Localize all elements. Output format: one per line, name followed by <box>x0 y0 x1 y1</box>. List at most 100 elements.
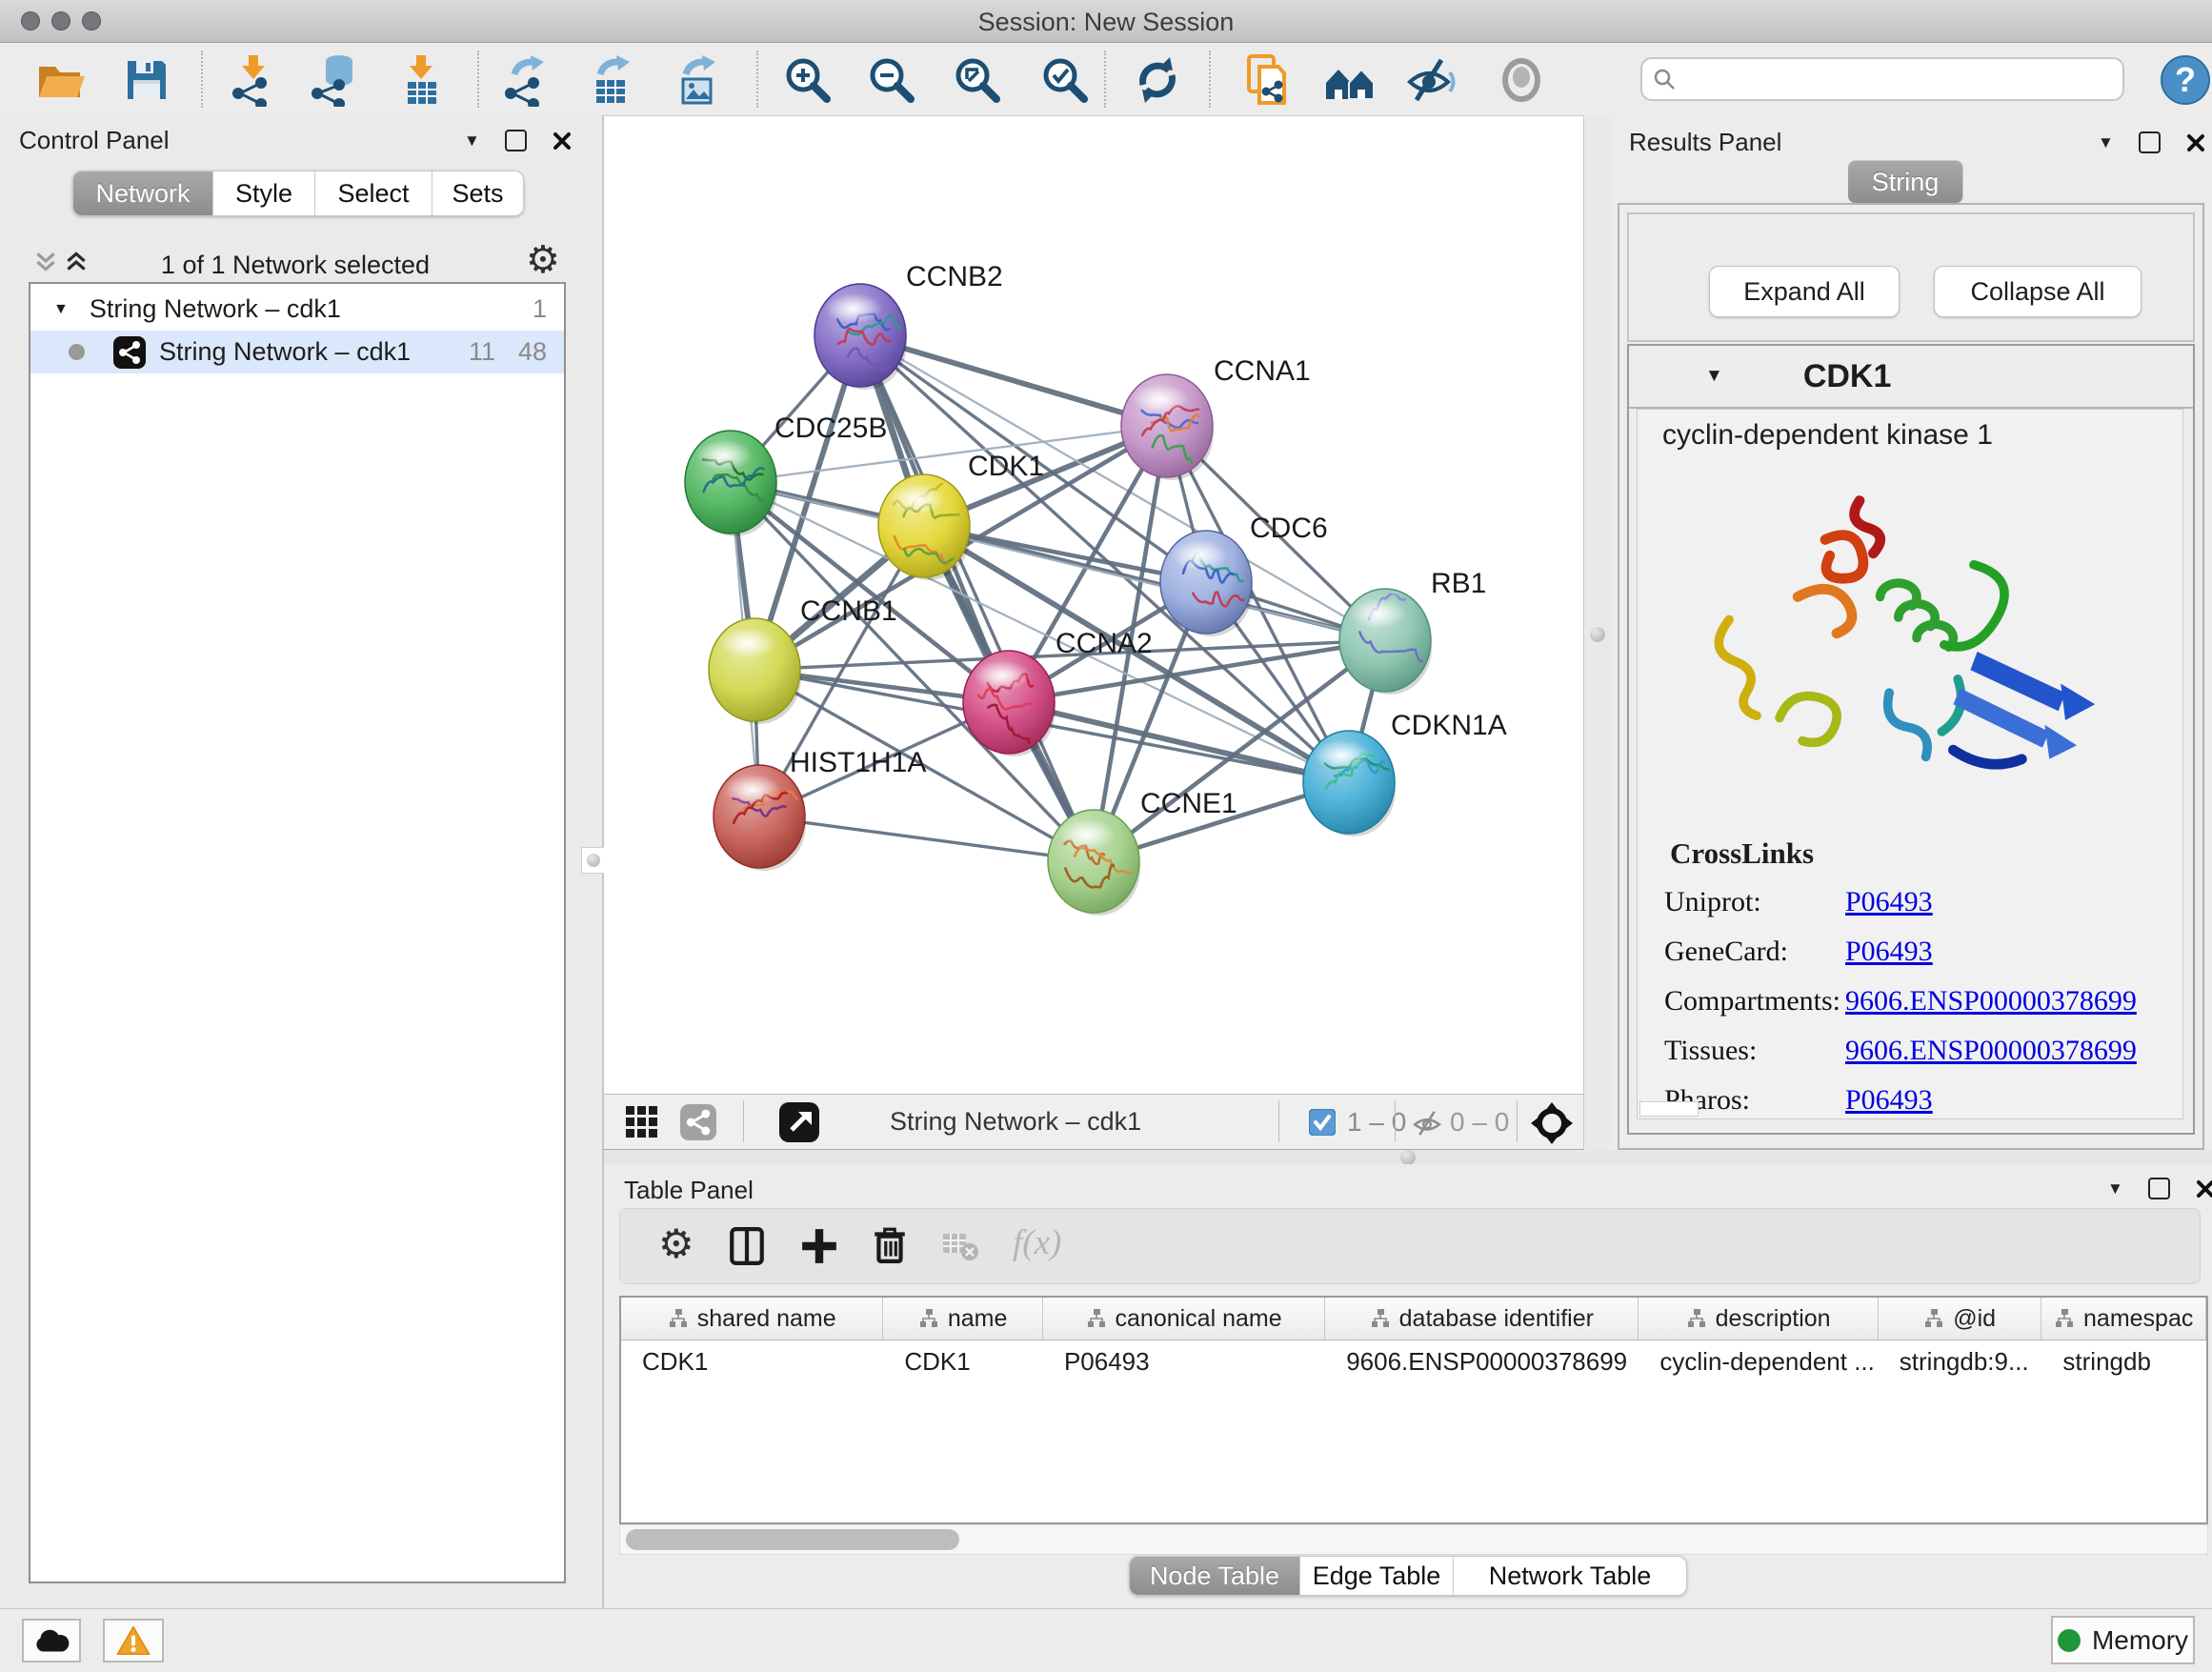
collapse-all-networks-icon[interactable] <box>32 249 59 275</box>
cell-canonical-name[interactable]: P06493 <box>1043 1340 1325 1382</box>
splitter-grip[interactable] <box>581 847 606 874</box>
crosslink-link[interactable]: P06493 <box>1845 1084 1933 1117</box>
network-node-CCNB1[interactable] <box>709 618 801 724</box>
network-node-CCNA1[interactable] <box>1121 374 1214 480</box>
network-node-HIST1H1A[interactable] <box>714 765 806 871</box>
show-columns-icon[interactable] <box>727 1226 767 1266</box>
tab-node-table[interactable]: Node Table <box>1129 1556 1300 1596</box>
fit-content-crosshair-icon[interactable] <box>1530 1101 1574 1145</box>
network-selection-status: 1 of 1 Network selected <box>95 251 495 280</box>
table-panel-collapse-icon[interactable]: ▼ <box>2107 1180 2123 1197</box>
tab-network-table[interactable]: Network Table <box>1454 1556 1687 1596</box>
collapse-all-button[interactable]: Collapse All <box>1934 266 2142 317</box>
results-panel-float-icon[interactable] <box>2139 131 2161 153</box>
tab-network[interactable]: Network <box>72 171 213 216</box>
tab-edge-table[interactable]: Edge Table <box>1300 1556 1454 1596</box>
network-node-CDKN1A[interactable] <box>1303 731 1396 836</box>
create-column-plus-icon[interactable] <box>799 1226 839 1266</box>
export-image-icon[interactable] <box>671 53 724 107</box>
expand-all-button[interactable]: Expand All <box>1709 266 1900 317</box>
column-header-description[interactable]: description <box>1639 1298 1878 1340</box>
left-splitter[interactable] <box>583 115 604 1608</box>
right-splitter[interactable] <box>1583 115 1610 1150</box>
crosslink-link[interactable]: P06493 <box>1845 936 1933 968</box>
delete-column-trash-icon[interactable] <box>870 1224 910 1264</box>
control-panel-collapse-icon[interactable]: ▼ <box>464 132 480 149</box>
network-canvas[interactable]: CCNB2CCNA1CDC25BCDK1CDC6RB1CCNB1CCNA2CDK… <box>604 115 1583 1094</box>
selected-checkbox-icon[interactable] <box>1309 1109 1336 1136</box>
grid-mode-icon[interactable] <box>625 1105 659 1139</box>
network-node-CCNE1[interactable] <box>1048 810 1140 916</box>
search-input[interactable] <box>1677 65 2090 93</box>
edge-HIST1H1A-CCNE1[interactable] <box>759 816 1094 861</box>
table-panel-float-icon[interactable] <box>2148 1178 2170 1199</box>
crosslink-link[interactable]: P06493 <box>1845 886 1933 918</box>
table-hscrollbar-thumb[interactable] <box>626 1529 959 1550</box>
tab-sets[interactable]: Sets <box>432 171 524 216</box>
column-header-database-identifier[interactable]: database identifier <box>1325 1298 1639 1340</box>
zoom-out-icon[interactable] <box>865 53 918 107</box>
save-session-icon[interactable] <box>120 53 173 107</box>
show-neighbors-icon[interactable] <box>1323 53 1377 107</box>
search-field[interactable] <box>1640 57 2124 101</box>
cloud-status-button[interactable] <box>22 1619 81 1662</box>
view-mode-share-icon[interactable] <box>680 1104 716 1140</box>
control-panel-float-icon[interactable] <box>505 130 527 151</box>
cell-shared-name[interactable]: CDK1 <box>621 1340 883 1382</box>
table-hscrollbar[interactable] <box>619 1524 2208 1555</box>
cell--id[interactable]: stringdb:9... <box>1879 1340 2042 1382</box>
import-network-file-icon[interactable] <box>227 53 280 107</box>
network-node-RB1[interactable] <box>1339 589 1432 695</box>
node-table-row[interactable]: CDK1CDK1P064939606.ENSP00000378699cyclin… <box>621 1340 2206 1382</box>
tree-expander-icon[interactable]: ▼ <box>53 301 69 318</box>
help-icon[interactable]: ? <box>2159 53 2212 107</box>
cell-description[interactable]: cyclin-dependent ... <box>1639 1340 1878 1382</box>
column-header-name[interactable]: name <box>883 1298 1043 1340</box>
column-header-canonical-name[interactable]: canonical name <box>1043 1298 1325 1340</box>
tab-string[interactable]: String <box>1848 160 1963 204</box>
cell-database-identifier[interactable]: 9606.ENSP00000378699 <box>1325 1340 1639 1382</box>
network-options-gear-icon[interactable]: ⚙ <box>526 238 560 282</box>
import-table-file-icon[interactable] <box>394 53 448 107</box>
string-protein-query-icon[interactable] <box>1240 53 1294 107</box>
results-hscrollbar[interactable] <box>1639 1101 1699 1117</box>
warnings-button[interactable] <box>103 1619 164 1662</box>
results-panel-close-icon[interactable] <box>2185 132 2206 153</box>
zoom-fit-icon[interactable] <box>951 53 1004 107</box>
export-network-icon[interactable] <box>499 53 553 107</box>
hide-selected-icon[interactable] <box>1402 53 1456 107</box>
expand-all-networks-icon[interactable] <box>63 249 90 275</box>
tab-style[interactable]: Style <box>213 171 315 216</box>
zoom-selected-icon[interactable] <box>1038 53 1092 107</box>
edge-CCNA2-CDKN1A[interactable] <box>1009 702 1349 782</box>
open-session-icon[interactable] <box>34 53 88 107</box>
protein-card-header[interactable]: ▼ CDK1 <box>1629 346 2193 409</box>
memory-button[interactable]: Memory <box>2051 1616 2195 1664</box>
crosslink-link[interactable]: 9606.ENSP00000378699 <box>1845 1035 2137 1067</box>
horizontal-splitter[interactable] <box>604 1150 2212 1164</box>
tab-select[interactable]: Select <box>315 171 432 216</box>
table-panel-close-icon[interactable] <box>2195 1178 2212 1199</box>
splitter-grip[interactable] <box>1400 1150 1416 1165</box>
network-row-selected[interactable]: String Network – cdk1 11 48 <box>30 331 564 373</box>
network-node-CDK1[interactable] <box>878 471 971 580</box>
birds-eye-view-icon[interactable] <box>779 1102 819 1142</box>
results-panel-collapse-icon[interactable]: ▼ <box>2098 134 2114 151</box>
show-hidden-icon[interactable] <box>1495 53 1548 107</box>
network-collection-row[interactable]: ▼ String Network – cdk1 1 <box>30 288 564 331</box>
column-header--id[interactable]: @id <box>1879 1298 2042 1340</box>
network-node-CDC25B[interactable] <box>685 431 777 536</box>
cell-name[interactable]: CDK1 <box>883 1340 1043 1382</box>
splitter-grip[interactable] <box>1590 627 1605 642</box>
column-header-namespac[interactable]: namespac <box>2041 1298 2206 1340</box>
column-header-shared-name[interactable]: shared name <box>621 1298 883 1340</box>
control-panel-close-icon[interactable] <box>552 131 573 151</box>
import-network-database-icon[interactable] <box>307 53 360 107</box>
export-table-icon[interactable] <box>585 53 638 107</box>
protein-card-expander-icon[interactable]: ▼ <box>1705 366 1723 387</box>
zoom-in-icon[interactable] <box>781 53 835 107</box>
table-settings-gear-icon[interactable]: ⚙ <box>658 1220 694 1267</box>
cell-namespac[interactable]: stringdb <box>2041 1340 2206 1382</box>
apply-layout-icon[interactable] <box>1131 53 1184 107</box>
crosslink-link[interactable]: 9606.ENSP00000378699 <box>1845 985 2137 1017</box>
